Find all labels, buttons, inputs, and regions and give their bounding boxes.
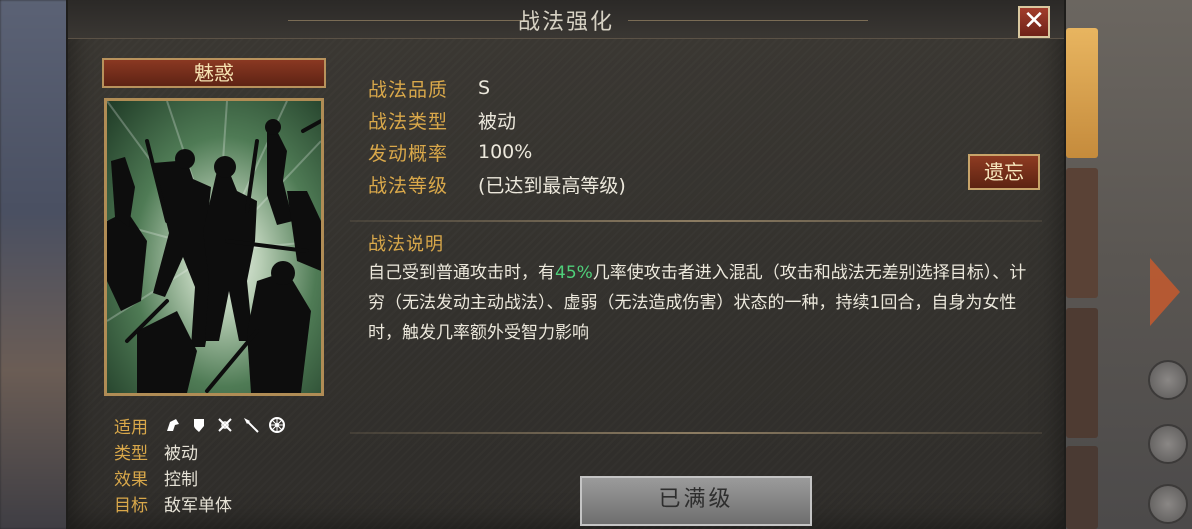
- skill-artwork: [104, 98, 324, 396]
- divider: [350, 432, 1042, 434]
- meta-applicable: 适用: [114, 412, 334, 438]
- attr-label: 战法等级: [368, 174, 449, 197]
- meta-label: 类型: [114, 443, 148, 464]
- description-text: 自己受到普通攻击时，有45%几率使攻击者进入混乱（攻击和战法无差别选择目标）、计…: [368, 258, 1028, 348]
- meta-label: 效果: [114, 469, 148, 490]
- meta-value: 被动: [164, 443, 198, 464]
- meta-value: 控制: [164, 469, 198, 490]
- meta-value: 敌军单体: [164, 495, 232, 516]
- attr-quality: 战法品质 S: [368, 72, 626, 104]
- skill-meta: 适用 类型 被动 效果 控制 目标 敌军单体: [114, 412, 334, 516]
- dialog-title: 战法强化: [517, 10, 614, 35]
- attr-label: 战法类型: [368, 110, 449, 133]
- attr-value: 被动: [478, 110, 517, 133]
- meta-target: 目标 敌军单体: [114, 490, 334, 516]
- background-round-icon: [1148, 360, 1188, 400]
- attr-value: S: [478, 77, 491, 99]
- meta-label: 适用: [114, 417, 148, 438]
- forget-button[interactable]: 遗忘: [968, 154, 1040, 190]
- background-left: [0, 0, 70, 529]
- description-title: 战法说明: [368, 234, 444, 255]
- meta-effect: 效果 控制: [114, 464, 334, 490]
- description-text-part: 自己受到普通攻击时，有: [368, 263, 555, 283]
- bow-icon: [216, 416, 234, 434]
- warriors-silhouette-art: [107, 101, 321, 393]
- applicable-troop-icons: [164, 416, 286, 434]
- close-button[interactable]: ✕: [1018, 6, 1050, 38]
- next-arrow-icon: [1150, 258, 1180, 326]
- meta-label: 目标: [114, 495, 148, 516]
- background-tab: [1066, 28, 1098, 158]
- divider: [350, 220, 1042, 222]
- trigger-chance-highlight: 45%: [555, 263, 593, 283]
- spear-icon: [242, 416, 260, 434]
- background-tab: [1066, 168, 1098, 298]
- background-tab: [1066, 446, 1098, 529]
- skill-enhance-dialog: 战法强化 ✕ 魅惑 适用 类型 被动 效果 控制 目标 敌军单体 战法品质 S …: [66, 0, 1066, 529]
- attr-level: 战法等级 (已达到最高等级): [368, 168, 626, 200]
- cavalry-icon: [164, 416, 182, 434]
- shield-icon: [190, 416, 208, 434]
- skill-attributes: 战法品质 S 战法类型 被动 发动概率 100% 战法等级 (已达到最高等级): [368, 72, 626, 200]
- attr-trigger-rate: 发动概率 100%: [368, 136, 626, 168]
- close-icon: ✕: [1023, 6, 1045, 36]
- attr-label: 战法品质: [368, 78, 449, 101]
- attr-type: 战法类型 被动: [368, 104, 626, 136]
- dialog-titlebar: 战法强化 ✕: [68, 0, 1064, 39]
- background-round-icon: [1148, 424, 1188, 464]
- skill-name: 魅惑: [102, 58, 326, 88]
- max-level-button[interactable]: 已满级: [580, 476, 812, 526]
- attr-label: 发动概率: [368, 142, 449, 165]
- siege-icon: [268, 416, 286, 434]
- meta-type: 类型 被动: [114, 438, 334, 464]
- background-tab: [1066, 308, 1098, 438]
- attr-value: (已达到最高等级): [478, 174, 626, 197]
- attr-value: 100%: [478, 141, 533, 163]
- background-round-icon: [1148, 484, 1188, 524]
